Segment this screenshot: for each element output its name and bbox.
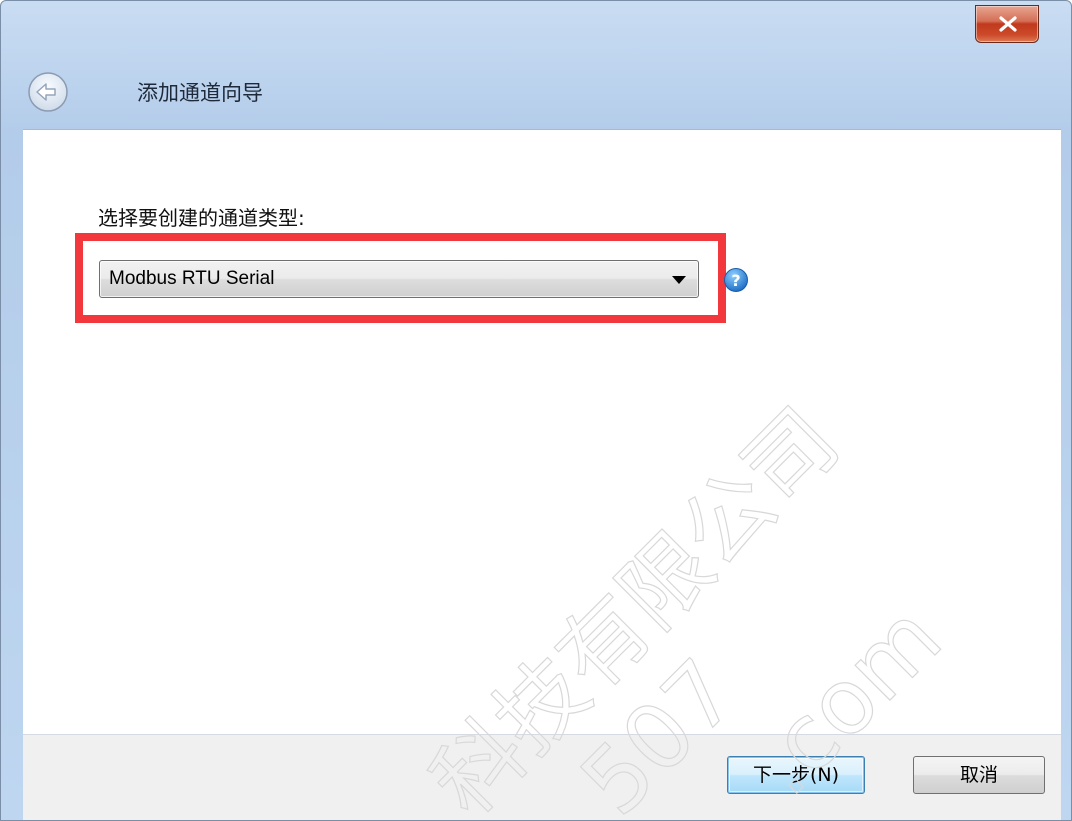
cancel-button[interactable]: 取消	[913, 756, 1045, 794]
close-button[interactable]	[975, 5, 1039, 43]
back-button[interactable]	[26, 70, 70, 114]
wizard-header: 添加通道向导	[23, 49, 1061, 129]
wizard-footer: 下一步(N) 取消	[23, 734, 1061, 820]
highlight-annotation	[75, 233, 726, 323]
help-icon: ?	[724, 268, 748, 292]
wizard-title: 添加通道向导	[137, 81, 263, 105]
close-icon	[999, 16, 1017, 32]
next-button[interactable]: 下一步(N)	[727, 756, 865, 794]
svg-text:?: ?	[731, 271, 740, 290]
wizard-window: 添加通道向导 选择要创建的通道类型: Modbus RTU Serial ? 下	[0, 0, 1072, 821]
back-arrow-icon	[28, 72, 68, 112]
channel-type-label: 选择要创建的通道类型:	[98, 206, 305, 230]
wizard-content: 选择要创建的通道类型: Modbus RTU Serial ?	[23, 129, 1061, 735]
help-button[interactable]: ?	[723, 267, 749, 293]
